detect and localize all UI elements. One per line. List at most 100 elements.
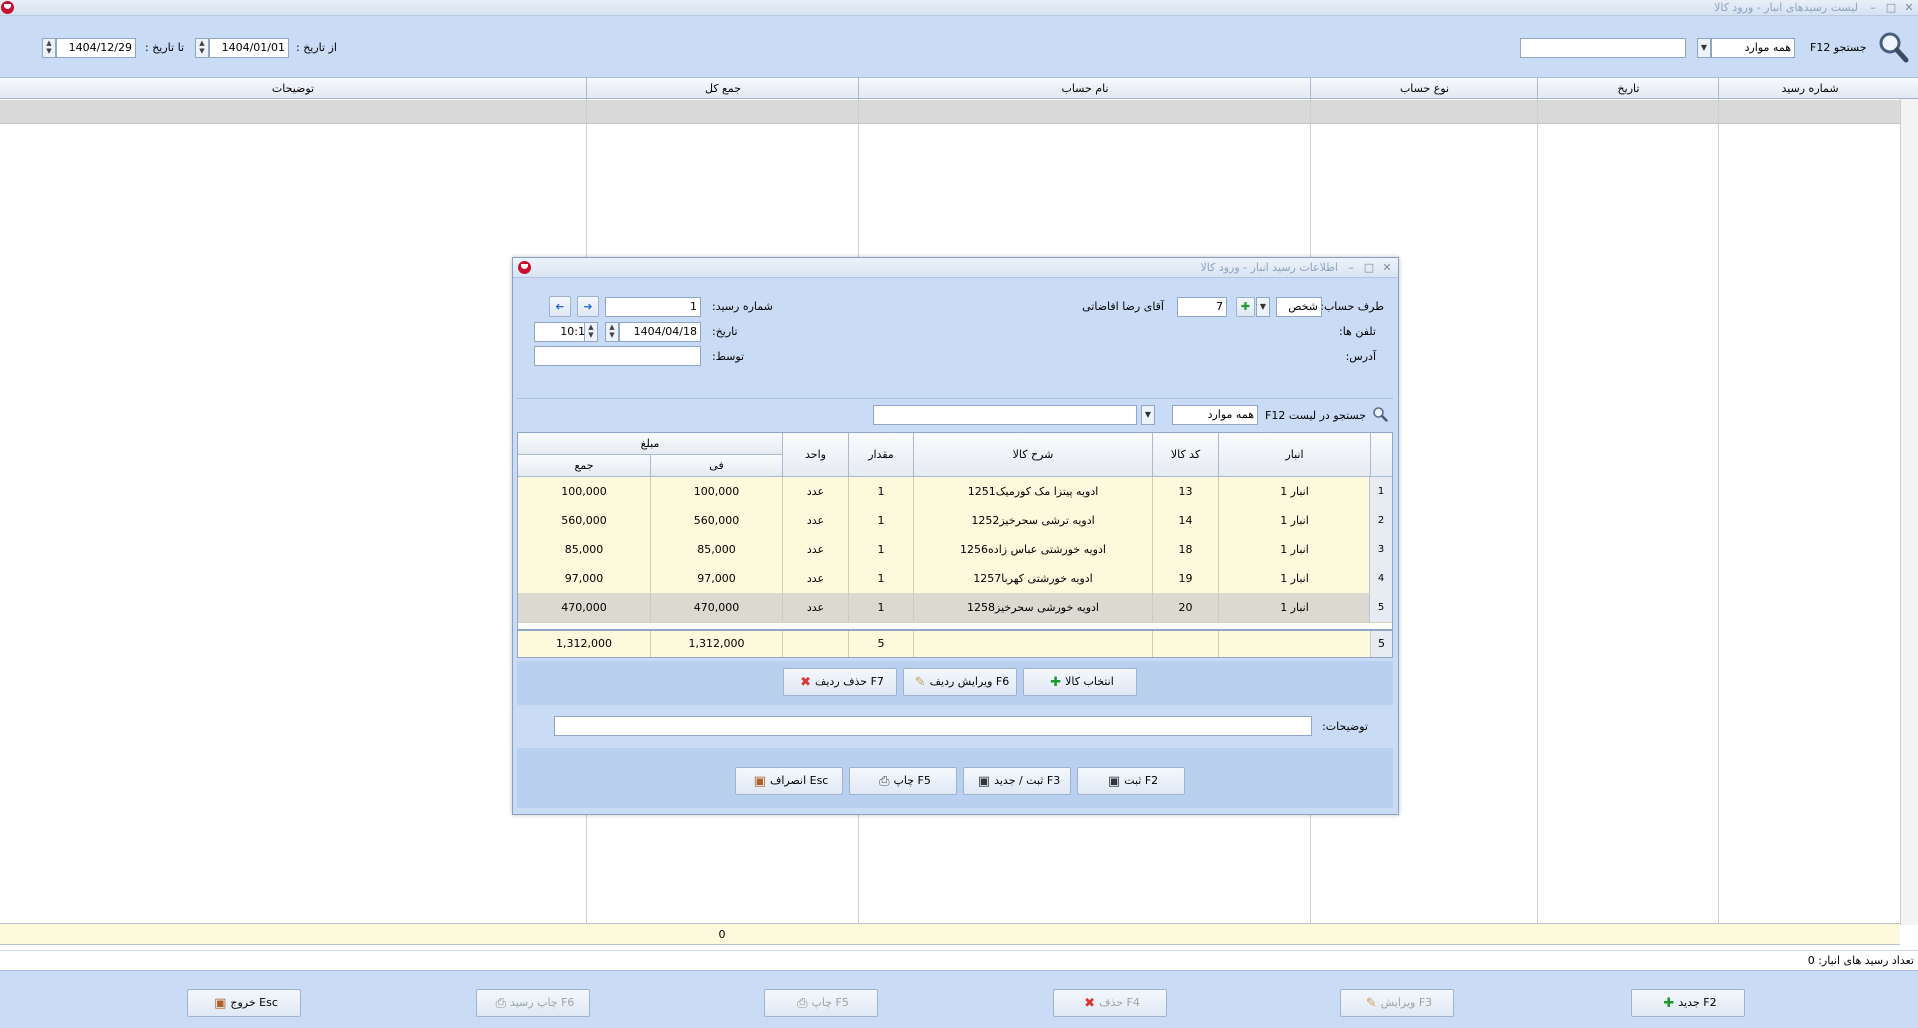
list-search-scope-select[interactable]: همه موارد xyxy=(1172,405,1258,425)
account-code-input[interactable]: 7 xyxy=(1177,297,1227,317)
column-header-item-code[interactable]: کد کالا xyxy=(1152,433,1218,477)
cell-quantity[interactable]: 1 xyxy=(848,564,913,593)
cell-quantity[interactable]: 1 xyxy=(848,506,913,535)
search-icon[interactable] xyxy=(1372,406,1388,422)
chevron-down-icon[interactable]: ▼ xyxy=(1141,405,1155,425)
to-date-input[interactable]: 1404/12/29 xyxy=(56,38,136,58)
delete-button[interactable]: ✖ حذف F4 xyxy=(1053,989,1167,1017)
dialog-print-button[interactable]: ⎙ چاپ F5 xyxy=(849,767,957,795)
column-header-notes[interactable]: توضیحات xyxy=(0,78,586,99)
from-date-spinner[interactable]: ▲ ▼ xyxy=(195,38,209,58)
select-item-button[interactable]: ✚ انتخاب کالا xyxy=(1023,668,1137,696)
row-number[interactable]: 2 xyxy=(1369,506,1392,535)
row-number[interactable]: 1 xyxy=(1369,477,1392,506)
column-header-sum[interactable]: جمع xyxy=(518,455,650,477)
table-row[interactable]: 2 انبار 1 14 ادویه ترشی سحرخیز1252 1 عدد 560,0… xyxy=(518,506,1392,536)
cell-unit[interactable]: عدد xyxy=(782,593,848,622)
cell-item-desc[interactable]: ادویه خورشی سحرخیز1258 xyxy=(913,593,1152,622)
close-icon[interactable]: ✕ xyxy=(1380,261,1394,274)
cell-warehouse[interactable]: انبار 1 xyxy=(1218,564,1370,593)
edit-row-button[interactable]: ✎ ویرایش ردیف F6 xyxy=(903,668,1017,696)
grid-selected-row[interactable] xyxy=(0,100,1900,124)
cancel-button[interactable]: ▣ انصراف Esc xyxy=(735,767,843,795)
row-number[interactable]: 5 xyxy=(1369,593,1392,622)
chevron-down-icon[interactable]: ▼ xyxy=(1256,297,1270,317)
table-row[interactable]: 1 انبار 1 13 ادویه پیتزا مک کورمیک1251 1 عدد 1… xyxy=(518,477,1392,507)
cell-item-code[interactable]: 13 xyxy=(1152,477,1218,506)
cell-quantity[interactable]: 1 xyxy=(848,535,913,564)
cell-sum[interactable]: 560,000 xyxy=(518,506,650,535)
next-record-button[interactable]: ➜ xyxy=(577,296,599,317)
table-row[interactable]: 3 انبار 1 18 ادویه خورشتی عباس زاده1256 1 عدد… xyxy=(518,535,1392,565)
receipt-no-input[interactable]: 1 xyxy=(605,297,701,317)
cell-item-desc[interactable]: ادویه خورشتی عباس زاده1256 xyxy=(913,535,1152,564)
delete-row-button[interactable]: ✖ حذف ردیف F7 xyxy=(783,668,897,696)
cell-item-desc[interactable]: ادویه ترشی سحرخیز1252 xyxy=(913,506,1152,535)
column-header-date[interactable]: تاریخ xyxy=(1537,78,1719,99)
from-date-input[interactable]: 1404/01/01 xyxy=(209,38,289,58)
row-number[interactable]: 4 xyxy=(1369,564,1392,593)
edit-button[interactable]: ✎ ویرایش F3 xyxy=(1340,989,1454,1017)
save-new-button[interactable]: ▣ ثبت / جدید F3 xyxy=(963,767,1071,795)
new-button[interactable]: ✚ جدید F2 xyxy=(1631,989,1745,1017)
cell-sum[interactable]: 470,000 xyxy=(518,593,650,622)
minimize-icon[interactable]: – xyxy=(1344,261,1358,274)
cell-fee[interactable]: 97,000 xyxy=(650,564,782,593)
cell-sum[interactable]: 97,000 xyxy=(518,564,650,593)
search-icon[interactable] xyxy=(1877,30,1909,64)
cell-item-desc[interactable]: ادویه پیتزا مک کورمیک1251 xyxy=(913,477,1152,506)
to-date-spinner[interactable]: ▲ ▼ xyxy=(42,38,56,58)
cell-fee[interactable]: 560,000 xyxy=(650,506,782,535)
column-header-item-desc[interactable]: شرح کالا xyxy=(913,433,1152,477)
cell-unit[interactable]: عدد xyxy=(782,506,848,535)
date-spinner[interactable]: ▲ ▼ xyxy=(605,322,619,342)
time-spinner[interactable]: ▲ ▼ xyxy=(584,322,598,342)
chevron-down-icon[interactable]: ▼ xyxy=(1697,38,1711,58)
cell-sum[interactable]: 100,000 xyxy=(518,477,650,506)
column-header-account-type[interactable]: نوع حساب xyxy=(1310,78,1538,99)
date-input[interactable]: 1404/04/18 xyxy=(619,322,701,342)
column-header-warehouse[interactable]: انبار xyxy=(1218,433,1370,477)
print-button[interactable]: ⎙ چاپ F5 xyxy=(764,989,878,1017)
cell-quantity[interactable]: 1 xyxy=(848,477,913,506)
cell-item-code[interactable]: 14 xyxy=(1152,506,1218,535)
cell-warehouse[interactable]: انبار 1 xyxy=(1218,535,1370,564)
column-header-quantity[interactable]: مقدار xyxy=(848,433,913,477)
by-input[interactable] xyxy=(534,346,701,366)
print-receipt-button[interactable]: ⎙ چاپ رسید F6 xyxy=(476,989,590,1017)
cell-item-code[interactable]: 20 xyxy=(1152,593,1218,622)
cell-unit[interactable]: عدد xyxy=(782,564,848,593)
column-header-account-name[interactable]: نام حساب xyxy=(858,78,1311,99)
table-row[interactable]: 5 انبار 1 20 ادویه خورشی سحرخیز1258 1 عدد 470,… xyxy=(518,593,1392,623)
cell-warehouse[interactable]: انبار 1 xyxy=(1218,506,1370,535)
cell-warehouse[interactable]: انبار 1 xyxy=(1218,593,1370,622)
account-type-select[interactable]: شخص xyxy=(1276,297,1322,317)
save-button[interactable]: ▣ ثبت F2 xyxy=(1077,767,1185,795)
search-input[interactable] xyxy=(1520,38,1686,58)
column-header-total[interactable]: جمع کل xyxy=(586,78,859,99)
cell-item-desc[interactable]: ادویه خورشتی کهربا1257 xyxy=(913,564,1152,593)
cell-unit[interactable]: عدد xyxy=(782,477,848,506)
notes-input[interactable] xyxy=(554,716,1312,736)
cell-item-code[interactable]: 19 xyxy=(1152,564,1218,593)
cell-sum[interactable]: 85,000 xyxy=(518,535,650,564)
add-account-button[interactable]: ✚ xyxy=(1236,297,1255,317)
previous-record-button[interactable]: ➜ xyxy=(549,296,571,317)
cell-unit[interactable]: عدد xyxy=(782,535,848,564)
list-search-input[interactable] xyxy=(873,405,1137,425)
cell-quantity[interactable]: 1 xyxy=(848,593,913,622)
row-number[interactable]: 3 xyxy=(1369,535,1392,564)
column-header-receipt-no[interactable]: شماره رسید xyxy=(1718,78,1901,99)
close-icon[interactable]: ✕ xyxy=(1902,1,1916,14)
search-scope-select[interactable]: همه موارد xyxy=(1711,38,1795,58)
table-row[interactable]: 4 انبار 1 19 ادویه خورشتی کهربا1257 1 عدد 97,0… xyxy=(518,564,1392,594)
cell-fee[interactable]: 85,000 xyxy=(650,535,782,564)
maximize-icon[interactable]: □ xyxy=(1362,261,1376,274)
grid-vertical-scrollbar[interactable] xyxy=(1900,99,1918,925)
cell-warehouse[interactable]: انبار 1 xyxy=(1218,477,1370,506)
exit-button[interactable]: ▣ خروج Esc xyxy=(187,989,301,1017)
cell-item-code[interactable]: 18 xyxy=(1152,535,1218,564)
column-header-fee[interactable]: فی xyxy=(650,455,782,477)
cell-fee[interactable]: 470,000 xyxy=(650,593,782,622)
cell-fee[interactable]: 100,000 xyxy=(650,477,782,506)
